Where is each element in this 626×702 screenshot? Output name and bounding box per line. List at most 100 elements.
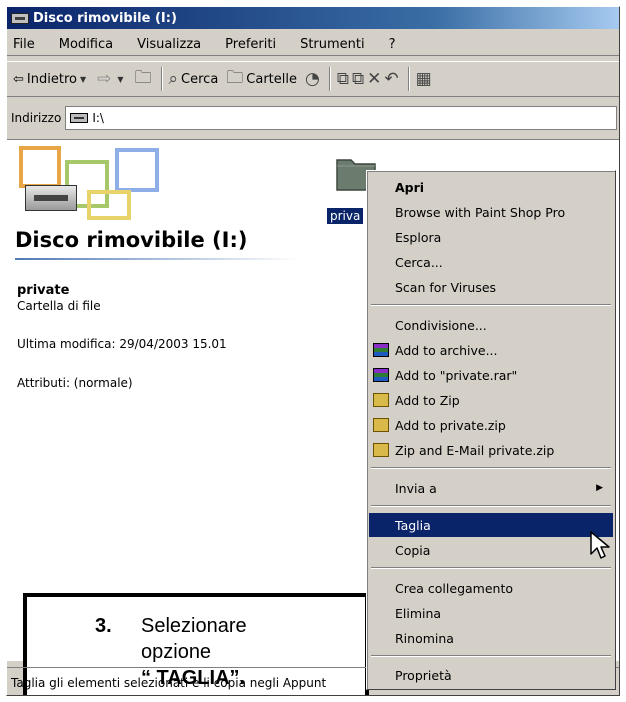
chevron-down-icon[interactable]: ▼ [117,75,123,84]
title-divider [15,258,297,260]
instruction-line-2: opzione [141,641,212,663]
item-attributes: Attributi: (normale) [17,376,133,390]
step-number: 3. [95,615,112,637]
menu-separator [371,567,611,569]
menu-visualizza[interactable]: Visualizza [137,37,201,52]
toolbar: ⇦ Indietro ▼ ⇨ ▼ 🗀 ⌕ Cerca 🗀 Cartelle ◔ … [7,61,619,97]
menu-bar: File Modifica Visualizza Preferiti Strum… [7,34,619,56]
item-modified: Ultima modifica: 29/04/2003 15.01 [17,337,227,351]
menu-item-scan-viruses[interactable]: Scan for Viruses [369,275,613,299]
menu-item-label: Condivisione... [395,317,487,333]
menu-item-label: Add to private.zip [395,417,506,433]
forward-arrow-icon: ⇨ [97,69,112,89]
menu-item-zip-email[interactable]: Zip and E-Mail private.zip [369,438,613,462]
menu-strumenti[interactable]: Strumenti [300,37,365,52]
address-value: I:\ [92,111,104,125]
winrar-icon [373,343,389,357]
menu-modifica[interactable]: Modifica [59,37,113,52]
menu-item-condivisione[interactable]: Condivisione... [369,313,613,337]
menu-item-label: Zip and E-Mail private.zip [395,442,555,458]
address-input[interactable]: I:\ [65,106,617,130]
menu-item-label: Apri [395,179,425,195]
back-button[interactable]: ⇦ Indietro ▼ [13,72,89,87]
toolbar-separator [407,67,410,91]
menu-item-apri[interactable]: Apri [369,175,613,199]
toolbar-separator [160,67,163,91]
history-icon[interactable]: ◔ [305,69,320,89]
menu-separator [371,505,611,507]
title-bar: Disco rimovibile (I:) [7,7,619,29]
folders-label: Cartelle [246,71,298,87]
item-name: private [17,283,70,298]
status-text: Taglia gli elementi selezionati e li cop… [11,675,327,690]
menu-item-label: Elimina [395,605,442,621]
panel-title: Disco rimovibile (I:) [15,228,248,252]
search-label: Cerca [181,71,219,87]
menu-item-label: Esplora [395,229,442,245]
menu-item-label: Proprietà [395,667,452,683]
move-to-icon[interactable]: ⧉ [337,69,349,89]
menu-separator [371,467,611,469]
menu-item-label: Add to archive... [395,342,498,358]
menu-item-label: Taglia [395,517,431,533]
menu-item-label: Copia [395,542,431,558]
submenu-arrow-icon: ▶ [596,483,603,493]
forward-button[interactable]: ⇨ ▼ [97,69,126,89]
winzip-icon [373,418,389,432]
address-bar: Indirizzo I:\ [7,103,619,133]
search-icon: ⌕ [168,69,179,89]
menu-item-label: Rinomina [395,630,454,646]
menu-item-cerca[interactable]: Cerca... [369,250,613,274]
menu-item-label: Invia a [395,480,437,496]
folder-label[interactable]: priva [327,208,364,224]
menu-item-browse-paint-shop-pro[interactable]: Browse with Paint Shop Pro [369,200,613,224]
menu-item-add-to-private-rar[interactable]: Add to "private.rar" [369,363,613,387]
toolbar-separator [328,67,331,91]
item-type: Cartella di file [17,299,101,313]
menu-item-elimina[interactable]: Elimina [369,601,613,625]
mouse-cursor-icon [590,531,610,559]
menu-item-label: Browse with Paint Shop Pro [395,204,566,220]
menu-item-add-to-private-zip[interactable]: Add to private.zip [369,413,613,437]
window-title: Disco rimovibile (I:) [33,10,177,26]
back-label: Indietro [26,71,77,87]
menu-item-label: Cerca... [395,254,443,270]
drive-icon [70,113,89,123]
menu-item-invia-a[interactable]: Invia a ▶ [369,476,613,500]
chevron-down-icon[interactable]: ▼ [80,75,86,84]
menu-item-label: Add to Zip [395,392,460,408]
back-arrow-icon: ⇦ [13,71,24,87]
search-button[interactable]: ⌕ Cerca [169,69,219,89]
views-icon[interactable]: ▦ [416,69,432,89]
menu-item-label: Add to "private.rar" [395,367,518,383]
menu-preferiti[interactable]: Preferiti [225,37,276,52]
menu-item-copia[interactable]: Copia [369,538,613,562]
menu-item-label: Crea collegamento [395,580,514,596]
instruction-line-1: Selezionare [141,615,247,637]
menu-item-proprieta[interactable]: Proprietà [369,663,613,687]
menu-separator [371,304,611,306]
menu-item-label: Scan for Viruses [395,279,497,295]
folder-up-icon[interactable]: 🗀 [135,65,152,94]
menu-help[interactable]: ? [389,37,396,52]
menu-file[interactable]: File [13,37,35,52]
winzip-icon [373,393,389,407]
drive-icon [11,12,29,24]
menu-item-taglia[interactable]: Taglia [369,513,613,537]
folders-button[interactable]: 🗀 Cartelle [226,65,297,94]
winzip-icon [373,443,389,457]
menu-item-esplora[interactable]: Esplora [369,225,613,249]
copy-to-icon[interactable]: ⧉ [352,69,364,89]
undo-icon[interactable]: ↶ [384,69,398,89]
removable-drive-icon [25,185,77,211]
context-menu: Apri Browse with Paint Shop Pro Esplora … [366,170,616,690]
winrar-icon [373,368,389,382]
menu-item-rinomina[interactable]: Rinomina [369,626,613,650]
menu-item-add-to-archive[interactable]: Add to archive... [369,338,613,362]
address-label: Indirizzo [11,111,62,125]
menu-item-crea-collegamento[interactable]: Crea collegamento [369,576,613,600]
delete-icon[interactable]: ✕ [367,69,381,89]
folders-icon: 🗀 [226,67,244,88]
menu-item-add-to-zip[interactable]: Add to Zip [369,388,613,412]
menu-separator [371,655,611,657]
